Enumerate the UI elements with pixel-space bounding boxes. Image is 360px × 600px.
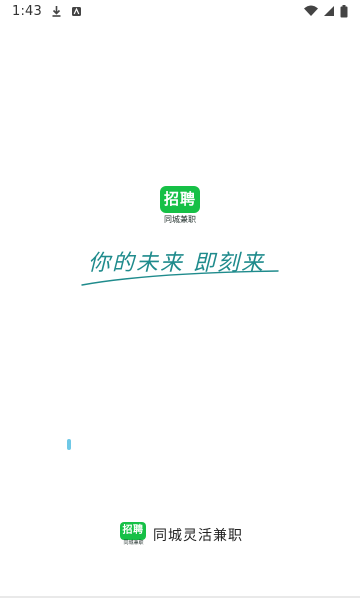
status-left: 1:43	[0, 4, 82, 19]
bottom-logo: 招聘 同城兼职	[120, 522, 147, 547]
download-icon	[51, 5, 62, 17]
bottom-title: 同城灵活兼职	[153, 527, 243, 544]
signal-icon	[323, 5, 335, 17]
battery-icon	[340, 4, 348, 18]
status-time: 1:43	[12, 3, 42, 19]
gesture-bar	[0, 596, 360, 598]
bottom-logo-subtitle: 同城兼职	[123, 540, 144, 546]
logo-badge: 招聘	[160, 186, 200, 213]
bottom-logo-badge: 招聘	[120, 522, 146, 540]
slogan-underline	[81, 270, 279, 286]
logo-subtitle: 同城兼职	[164, 215, 196, 224]
status-bar: 1:43	[0, 0, 360, 22]
slogan: 你的未来 即刻来	[78, 243, 284, 289]
wifi-icon	[304, 5, 318, 17]
loading-indicator	[67, 439, 71, 450]
status-right	[304, 4, 360, 18]
bottom-brand: 招聘 同城兼职 同城灵活兼职	[120, 522, 243, 547]
app-logo: 招聘 同城兼职	[159, 186, 201, 227]
sim-icon	[71, 6, 82, 17]
